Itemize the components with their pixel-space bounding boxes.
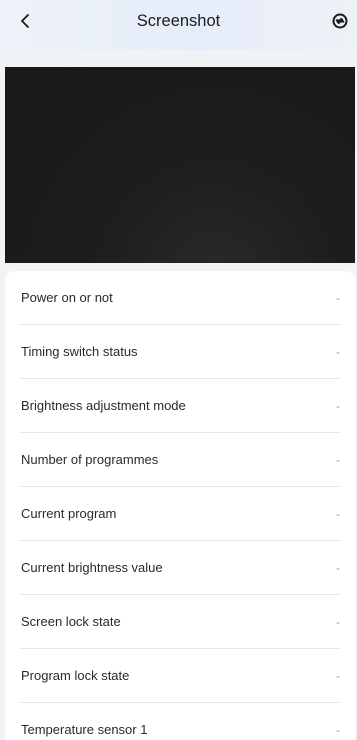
status-label: Current program (21, 506, 117, 521)
sync-button[interactable] (327, 8, 353, 34)
screenshot-preview (5, 67, 355, 263)
status-row: Current brightness value - (20, 541, 340, 595)
status-value: - (336, 722, 340, 737)
status-value: - (336, 398, 340, 413)
screenshot-page: Screenshot Power on or not - Timing switch… (0, 0, 357, 740)
status-value: - (336, 452, 340, 467)
status-label: Current brightness value (21, 560, 163, 575)
status-label: Screen lock state (21, 614, 121, 629)
status-label: Program lock state (21, 668, 130, 683)
status-row: Current program - (20, 487, 340, 541)
status-value: - (336, 668, 340, 683)
status-value: - (336, 560, 340, 575)
status-value: - (336, 506, 340, 521)
top-bar: Screenshot (0, 0, 357, 50)
page-title: Screenshot (136, 12, 221, 30)
status-row: Brightness adjustment mode - (20, 379, 340, 433)
status-label: Brightness adjustment mode (21, 398, 186, 413)
status-row: Number of programmes - (20, 433, 340, 487)
status-label: Power on or not (21, 290, 113, 305)
status-label: Temperature sensor 1 (21, 722, 148, 737)
status-card: Power on or not - Timing switch status - Bri… (5, 271, 355, 740)
status-row: Timing switch status - (20, 325, 340, 379)
status-value: - (336, 614, 340, 629)
status-value: - (336, 344, 340, 359)
status-value: - (336, 290, 340, 305)
status-row: Temperature sensor 1 - (20, 703, 340, 740)
status-label: Number of programmes (21, 452, 159, 467)
status-row: Screen lock state - (20, 595, 340, 649)
status-row: Power on or not - (20, 271, 340, 325)
status-row: Program lock state - (20, 649, 340, 703)
sync-icon (332, 13, 348, 29)
status-label: Timing switch status (21, 344, 138, 359)
